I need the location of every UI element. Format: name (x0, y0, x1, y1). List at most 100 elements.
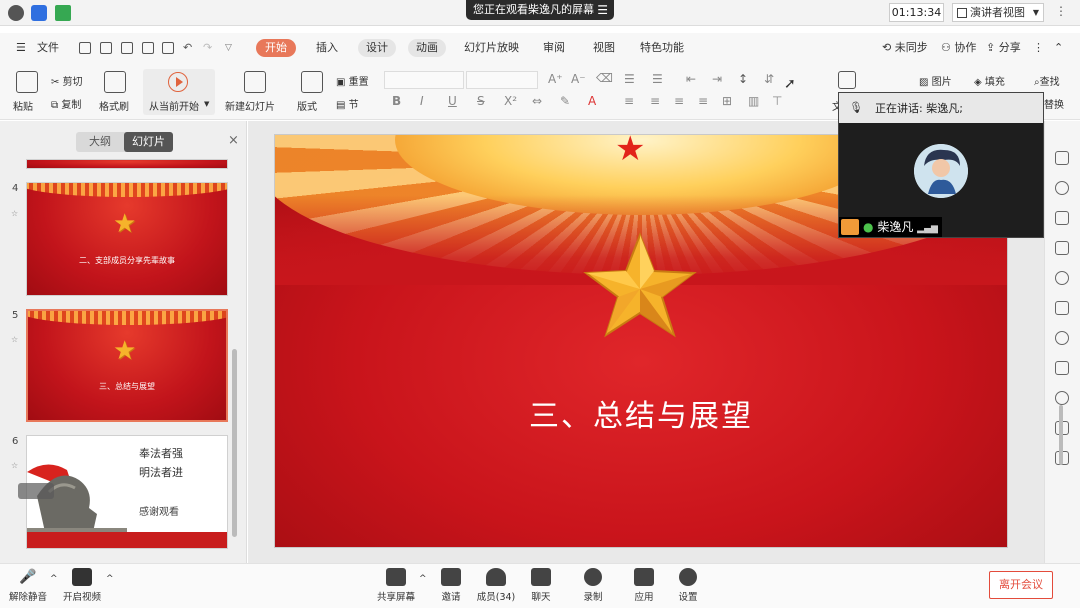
numbering-icon[interactable]: ☰ (652, 72, 663, 86)
info-icon[interactable] (8, 5, 24, 21)
tab-animation[interactable]: 动画 (408, 39, 446, 57)
share-button[interactable]: ⇪ 分享 (986, 39, 1021, 57)
new-slide-icon[interactable] (244, 71, 266, 93)
cut-button[interactable]: ✂ 剪切 (51, 73, 83, 88)
char-spacing-icon[interactable]: ⇔ (532, 94, 542, 108)
record-button[interactable]: 录制 (580, 568, 606, 603)
preview-icon[interactable] (162, 42, 174, 54)
slide-thumbnail-3[interactable] (26, 159, 228, 169)
print-icon[interactable] (142, 42, 154, 54)
layout-icon[interactable] (301, 71, 323, 93)
open-icon[interactable] (79, 42, 91, 54)
tab-insert[interactable]: 插入 (316, 39, 338, 57)
copy-tool-icon[interactable] (1055, 301, 1069, 315)
slide-thumbnail-5[interactable]: ★ 三、总结与展望 (26, 309, 228, 422)
font-grow-icon[interactable]: A⁺ (548, 72, 563, 86)
sync-status[interactable]: ⟲ 未同步 (882, 39, 928, 57)
align-left-icon[interactable]: ≡ (624, 94, 634, 108)
tab-slideshow[interactable]: 幻灯片放映 (464, 39, 519, 57)
presenter-view-button[interactable]: 演讲者视图 ▼ (952, 3, 1044, 22)
redo-icon[interactable]: ↷ (203, 39, 212, 57)
align-center-icon[interactable]: ≡ (650, 94, 660, 108)
leave-meeting-button[interactable]: 离开会议 (989, 571, 1053, 599)
format-painter-button[interactable]: 格式刷 (99, 98, 129, 113)
more-icon[interactable]: ⋮ (1033, 39, 1044, 57)
distribute-icon[interactable]: ⊞ (722, 94, 732, 108)
close-icon[interactable]: × (228, 133, 239, 148)
underline-icon[interactable]: U (448, 94, 457, 108)
tab-view[interactable]: 视图 (593, 39, 615, 57)
picture-button[interactable]: ▨ 图片 (919, 73, 952, 88)
quick-access-dropdown-icon[interactable]: ▽ (225, 39, 232, 57)
align-right-icon[interactable]: ≡ (674, 94, 684, 108)
text-direction-icon[interactable]: ⇵ (764, 72, 774, 86)
columns-icon[interactable]: ▥ (748, 94, 759, 108)
unmute-button[interactable]: 🎤 解除静音 (8, 568, 48, 603)
indent-increase-icon[interactable]: ⇥ (712, 72, 722, 86)
invite-button[interactable]: 邀请 (436, 568, 466, 603)
tab-features[interactable]: 特色功能 (640, 39, 684, 57)
slide-thumbnail-4[interactable]: ★ 二、支部成员分享先辈故事 (26, 182, 228, 296)
panel-scrollbar[interactable] (232, 349, 237, 537)
start-video-button[interactable]: 开启视频 (62, 568, 102, 603)
justify-icon[interactable]: ≡ (698, 94, 708, 108)
chevron-up-icon[interactable]: ^ (106, 574, 114, 584)
find-button[interactable]: ⌕查找 (1034, 73, 1060, 88)
tab-review[interactable]: 审阅 (543, 39, 565, 57)
tab-design[interactable]: 设计 (358, 39, 396, 57)
bullets-icon[interactable]: ☰ (624, 72, 635, 86)
settings-button[interactable]: 设置 (675, 568, 701, 603)
chat-button[interactable]: 聊天 (528, 568, 554, 603)
replace-button[interactable]: 替换 (1044, 96, 1064, 111)
format-painter-icon[interactable] (104, 71, 126, 93)
chart-icon[interactable] (1055, 241, 1069, 255)
apps-button[interactable]: 应用 (631, 568, 657, 603)
superscript-icon[interactable]: X² (504, 94, 517, 108)
speaker-video-panel[interactable]: 🎙 正在讲话: 柴逸凡; ● 柴逸凡 ▂▄▆ (838, 92, 1044, 238)
layout-button[interactable]: 版式 (297, 98, 317, 113)
font-size-select[interactable] (466, 71, 538, 89)
font-color-icon[interactable]: A (588, 94, 596, 108)
style-icon[interactable] (1055, 271, 1069, 285)
signal-icon[interactable] (55, 5, 71, 21)
shield-icon[interactable] (31, 5, 47, 21)
slide-thumbnail-6[interactable]: 奉法者强 明法者进 感谢观看 (26, 435, 228, 549)
italic-icon[interactable]: I (420, 94, 424, 108)
fill-tool-icon[interactable] (1055, 211, 1069, 225)
fill-button[interactable]: ◈ 填充 (974, 73, 1005, 88)
tab-start[interactable]: 开始 (256, 39, 296, 57)
chevron-up-icon[interactable]: ^ (50, 574, 58, 584)
effects-icon[interactable] (1055, 331, 1069, 345)
slide-tools-icon[interactable] (18, 483, 54, 499)
rail-scrollbar[interactable] (1059, 405, 1063, 465)
menu-file[interactable]: 文件 (37, 39, 59, 57)
undo-icon[interactable]: ↶ (183, 39, 192, 57)
share-screen-button[interactable]: 共享屏幕 (375, 568, 417, 603)
save-icon[interactable] (100, 42, 112, 54)
export-icon[interactable] (121, 42, 133, 54)
clear-format-icon[interactable]: ⌫ (596, 71, 613, 85)
tab-outline[interactable]: 大纲 (76, 132, 124, 152)
slide-title[interactable]: 三、总结与展望 (275, 391, 1007, 435)
copy-button[interactable]: ⧉ 复制 (51, 96, 81, 111)
new-slide-button[interactable]: 新建幻灯片 (225, 98, 275, 113)
hamburger-icon[interactable]: ☰ (16, 39, 26, 57)
shape-icon[interactable] (1055, 181, 1069, 195)
more-icon[interactable]: ⋮ (1055, 4, 1068, 18)
reset-button[interactable]: ▣ 重置 (336, 73, 369, 88)
banner-menu-icon[interactable]: ☰ (597, 0, 608, 20)
history-icon[interactable] (1055, 391, 1069, 405)
settings-sliders-icon[interactable] (1055, 361, 1069, 375)
chevron-up-icon[interactable]: ^ (419, 574, 427, 584)
paste-button[interactable]: 粘贴 (13, 98, 33, 113)
textbox-icon[interactable] (838, 71, 856, 89)
indent-decrease-icon[interactable]: ⇤ (686, 72, 696, 86)
tab-slides[interactable]: 幻灯片 (124, 132, 173, 152)
font-shrink-icon[interactable]: A⁻ (571, 72, 586, 86)
highlight-icon[interactable]: ✎ (560, 94, 570, 108)
section-button[interactable]: ▤ 节 (336, 96, 359, 111)
line-spacing-icon[interactable]: ↕ (738, 72, 748, 86)
collab-button[interactable]: ⚇ 协作 (941, 39, 976, 57)
collapse-ribbon-icon[interactable]: ⌃ (1054, 39, 1063, 57)
members-button[interactable]: 成员(34) (476, 568, 516, 603)
